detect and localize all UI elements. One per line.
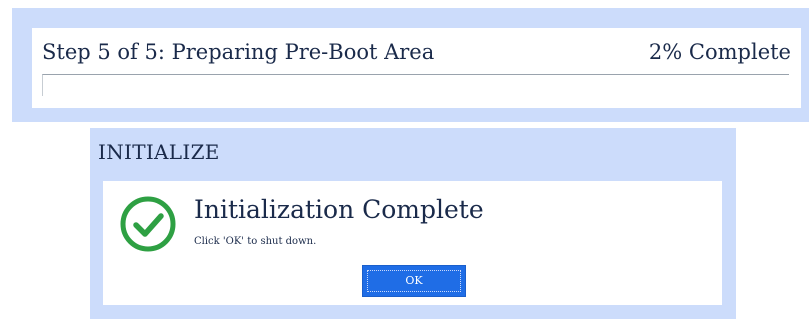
progress-percent-label: 2% Complete	[648, 40, 791, 64]
dialog-message: Click 'OK' to shut down.	[194, 236, 317, 247]
dialog-body: Initialization Complete Click 'OK' to sh…	[103, 181, 722, 305]
progress-card: Step 5 of 5: Preparing Pre-Boot Area 2% …	[32, 28, 801, 108]
dialog-title: INITIALIZE	[98, 140, 220, 164]
ok-button-label: OK	[405, 274, 423, 287]
initialize-dialog: INITIALIZE Initialization Complete Click…	[90, 128, 736, 319]
ok-button[interactable]: OK	[362, 265, 466, 297]
dialog-headline: Initialization Complete	[194, 195, 484, 224]
progress-step-label: Step 5 of 5: Preparing Pre-Boot Area	[42, 40, 435, 64]
check-circle-icon	[120, 196, 176, 252]
progress-bar	[42, 74, 789, 96]
progress-panel: Step 5 of 5: Preparing Pre-Boot Area 2% …	[12, 8, 809, 122]
